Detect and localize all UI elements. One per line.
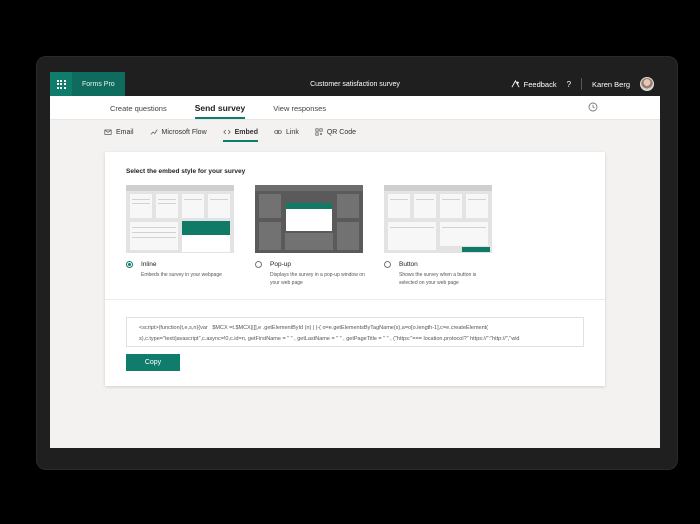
option-popup[interactable]: Pop-up Displays the survey in a pop-up w…	[255, 185, 365, 287]
flow-icon	[150, 129, 158, 135]
popup-thumbnail[interactable]	[255, 185, 363, 253]
subtab-embed[interactable]: Embed	[222, 120, 259, 144]
subtab-link-label: Link	[285, 128, 299, 136]
subtab-qr-label: QR Code	[326, 128, 357, 136]
app-name[interactable]: Forms Pro	[72, 72, 125, 96]
subtab-embed-label: Embed	[234, 128, 258, 136]
popup-label: Pop-up	[270, 261, 291, 268]
subtab-qr-code[interactable]: QR Code	[315, 120, 356, 144]
option-button[interactable]: Button Shows the survey when a button is…	[384, 185, 492, 287]
popup-description: Displays the survey in a pop-up window o…	[270, 272, 365, 286]
subtab-email[interactable]: Email	[104, 120, 134, 144]
qr-icon	[315, 128, 323, 136]
send-method-tabs: Email Microsoft Flow Embed Link QR Code	[50, 120, 660, 144]
top-bar: Forms Pro Customer satisfaction survey F…	[50, 72, 660, 96]
subtab-flow-label: Microsoft Flow	[161, 128, 207, 136]
button-thumbnail[interactable]	[384, 185, 492, 253]
embed-style-title: Select the embed style for your survey	[126, 168, 246, 175]
inline-description: Embeds the survey in your webpage	[141, 272, 222, 278]
inline-label: Inline	[141, 261, 157, 268]
mail-icon	[104, 129, 112, 135]
link-icon	[274, 130, 282, 134]
history-icon[interactable]	[588, 102, 598, 112]
app-screen: Forms Pro Customer satisfaction survey F…	[50, 72, 660, 448]
card-separator	[105, 299, 605, 300]
code-icon	[222, 129, 231, 135]
main-tabs: Create questions Send survey View respon…	[50, 96, 660, 120]
feedback-icon	[511, 79, 520, 87]
subtab-email-label: Email	[116, 128, 134, 136]
embed-card: Select the embed style for your survey I…	[105, 152, 605, 386]
button-radio[interactable]	[384, 261, 391, 268]
popup-radio[interactable]	[255, 261, 262, 268]
help-button[interactable]: ?	[567, 80, 571, 89]
button-label: Button	[399, 261, 418, 268]
subtab-microsoft-flow[interactable]: Microsoft Flow	[150, 120, 207, 144]
option-inline[interactable]: Inline Embeds the survey in your webpage	[126, 185, 234, 280]
button-description: Shows the survey when a button is select…	[399, 272, 477, 286]
tab-send-survey[interactable]: Send survey	[194, 103, 246, 119]
avatar[interactable]	[640, 77, 654, 91]
inline-thumbnail[interactable]	[126, 185, 234, 253]
waffle-icon	[56, 79, 66, 89]
user-name[interactable]: Karen Berg	[592, 80, 630, 89]
tab-view-responses[interactable]: View responses	[273, 104, 326, 119]
subtab-link[interactable]: Link	[274, 120, 299, 144]
topbar-divider	[581, 78, 583, 90]
copy-button[interactable]: Copy	[126, 354, 180, 371]
inline-radio[interactable]	[126, 261, 133, 268]
feedback-button[interactable]: Feedback	[511, 79, 557, 89]
feedback-label: Feedback	[523, 79, 557, 89]
tab-create-questions[interactable]: Create questions	[110, 104, 167, 119]
embed-code-box[interactable]: <script>(function(t,e,s,n){var $MCX =t.$…	[126, 317, 584, 347]
app-launcher-button[interactable]	[50, 72, 72, 96]
